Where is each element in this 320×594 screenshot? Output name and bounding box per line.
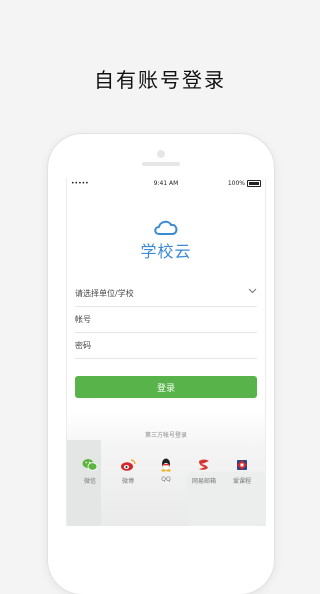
chevron-down-icon bbox=[248, 288, 257, 294]
third-party-label: 微博 bbox=[121, 478, 134, 485]
third-party-weibo[interactable]: 微博 bbox=[109, 458, 147, 485]
third-party-title: 第三方帐号登录 bbox=[144, 432, 187, 439]
camera bbox=[157, 150, 165, 158]
wechat-icon bbox=[82, 459, 98, 471]
login-button[interactable]: 登录 bbox=[75, 376, 257, 398]
third-party-row: 微信 微博 QQ 网易邮箱 爱课程 bbox=[71, 458, 261, 485]
login-button-label: 登录 bbox=[156, 383, 175, 394]
third-party-label: 爱课程 bbox=[232, 478, 251, 485]
logo-text: 学校云 bbox=[140, 242, 192, 261]
page-headline: 自有账号登录 bbox=[94, 68, 226, 92]
battery-icon bbox=[247, 180, 261, 187]
password-placeholder: 密码 bbox=[75, 340, 91, 350]
cloud-icon bbox=[154, 220, 178, 235]
speaker bbox=[142, 162, 180, 166]
school-select[interactable]: 请选择单位/学校 bbox=[75, 280, 257, 307]
school-select-placeholder: 请选择单位/学校 bbox=[75, 288, 134, 298]
battery-group: 100% bbox=[228, 180, 261, 187]
third-party-qq[interactable]: QQ bbox=[147, 458, 185, 485]
third-party-label: 网易邮箱 bbox=[191, 478, 216, 485]
weibo-icon bbox=[121, 459, 136, 471]
battery-text: 100% bbox=[227, 180, 245, 187]
third-party-label: QQ bbox=[161, 476, 171, 483]
netease-mail-icon bbox=[199, 459, 209, 470]
password-field[interactable]: 密码 bbox=[75, 332, 257, 359]
qq-icon bbox=[161, 458, 171, 472]
third-party-icourse[interactable]: 爱课程 bbox=[223, 458, 261, 485]
third-party-wechat[interactable]: 微信 bbox=[71, 458, 109, 485]
third-party-label: 微信 bbox=[83, 478, 96, 485]
app-logo: 学校云 bbox=[67, 218, 265, 262]
phone-screen: ••••• 9:41 AM 100% 学校云 请选择单位/学校 帐号 密码 登录… bbox=[66, 178, 266, 526]
third-party-netease-mail[interactable]: 网易邮箱 bbox=[185, 458, 223, 485]
icourse-icon bbox=[237, 460, 247, 470]
account-placeholder: 帐号 bbox=[75, 314, 91, 324]
account-field[interactable]: 帐号 bbox=[75, 306, 257, 333]
status-bar: ••••• 9:41 AM 100% bbox=[67, 178, 265, 190]
